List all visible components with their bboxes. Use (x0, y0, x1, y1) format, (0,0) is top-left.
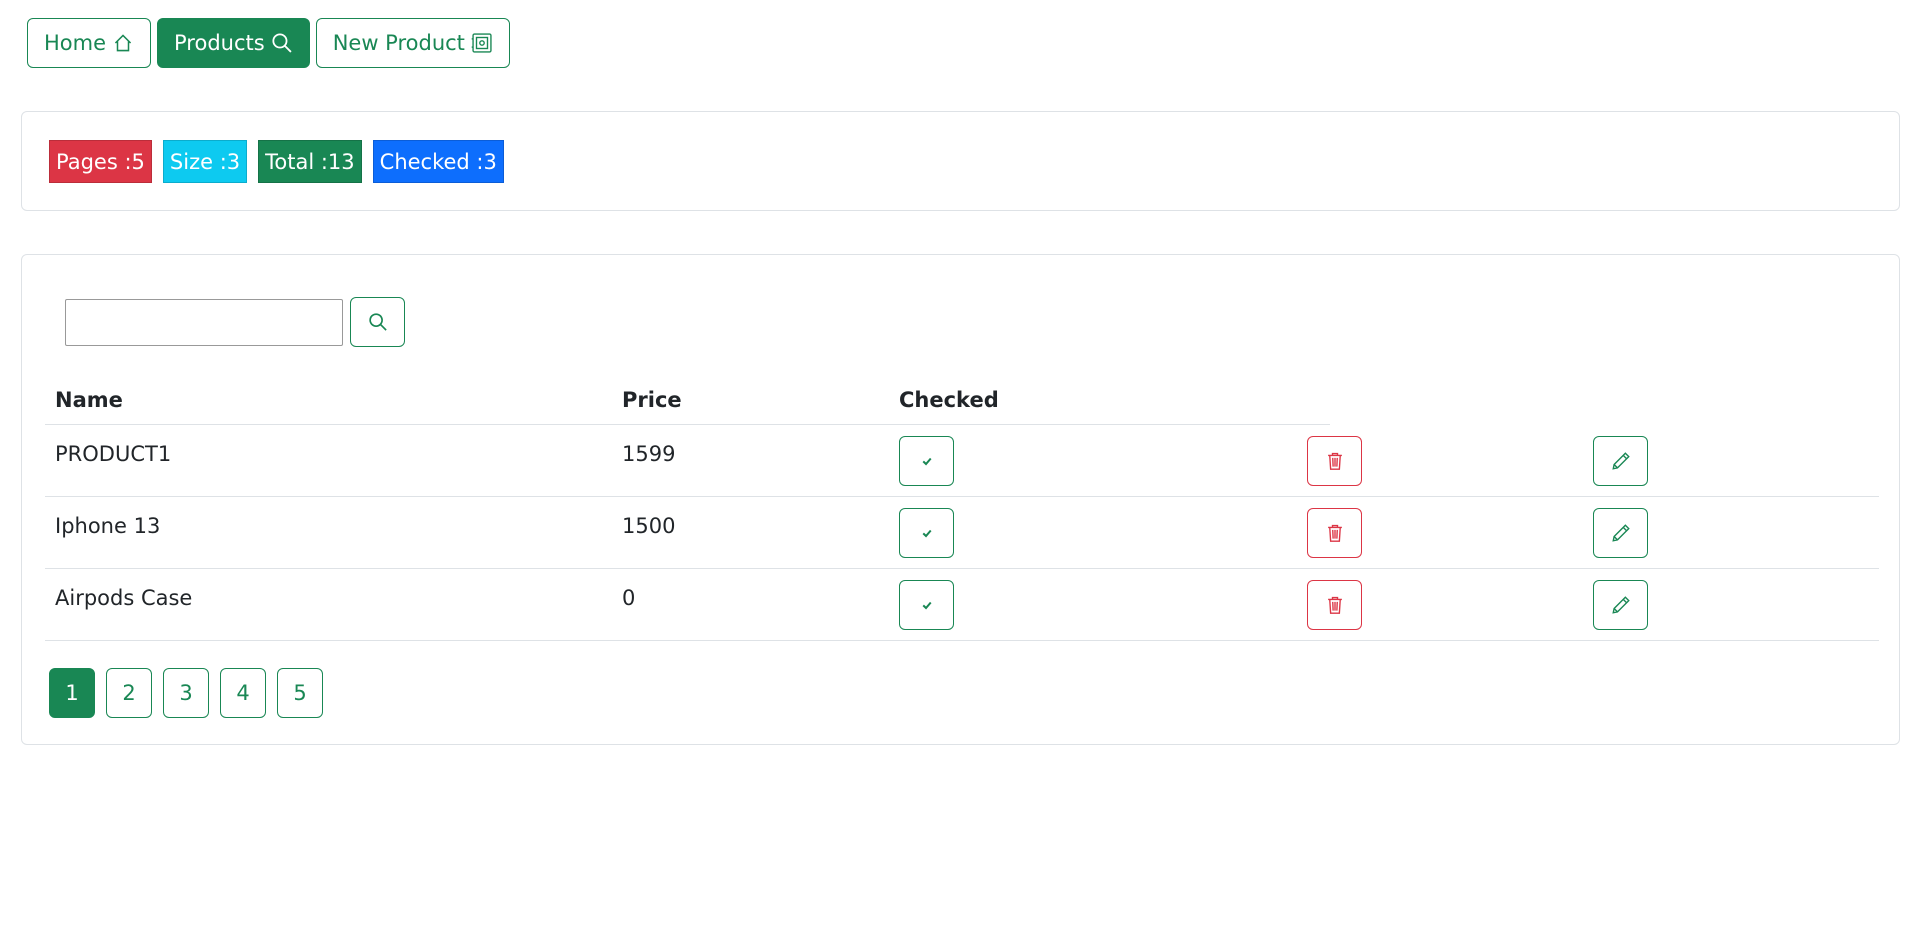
check-icon (922, 457, 932, 466)
home-label: Home (44, 31, 107, 55)
product-name: Airpods Case (55, 586, 193, 610)
delete-button[interactable] (1307, 436, 1362, 486)
edit-button[interactable] (1593, 580, 1648, 630)
table-row: Airpods Case 0 (45, 569, 1879, 641)
search-icon (272, 33, 292, 53)
pages-badge: Pages :5 (49, 140, 152, 183)
header-price: Price (622, 387, 682, 412)
house-icon (114, 34, 132, 52)
page-button-4[interactable]: 4 (220, 668, 266, 718)
product-name: PRODUCT1 (55, 442, 172, 466)
check-icon (922, 601, 932, 610)
search-icon (368, 313, 387, 331)
page-button-2[interactable]: 2 (106, 668, 152, 718)
page-button-1[interactable]: 1 (49, 668, 95, 718)
table-header: Name Price Checked (45, 375, 1330, 425)
new-product-button[interactable]: New Product (315, 18, 510, 68)
check-button[interactable] (899, 436, 954, 486)
pencil-icon (1611, 452, 1630, 470)
product-price: 0 (622, 586, 636, 610)
page-button-3[interactable]: 3 (163, 668, 209, 718)
pencil-icon (1611, 524, 1630, 542)
stats-badges: Pages :5 Size :3 Total :13 Checked :3 (49, 140, 504, 183)
product-name: Iphone 13 (55, 514, 161, 538)
search-button[interactable] (350, 297, 405, 347)
checked-badge: Checked :3 (372, 140, 504, 183)
header-name: Name (55, 387, 123, 412)
product-price: 1599 (622, 442, 676, 466)
edit-button[interactable] (1593, 436, 1648, 486)
products-label: Products (174, 31, 265, 55)
page-button-5[interactable]: 5 (277, 668, 323, 718)
home-button[interactable]: Home (27, 18, 152, 68)
delete-button[interactable] (1307, 508, 1362, 558)
table-row: PRODUCT1 1599 (45, 425, 1879, 497)
pencil-icon (1611, 596, 1630, 614)
size-badge: Size :3 (162, 140, 248, 183)
table-row: Iphone 13 1500 (45, 497, 1879, 569)
safe-icon (471, 33, 492, 53)
edit-button[interactable] (1593, 508, 1648, 558)
search-form (65, 297, 405, 347)
trash-icon (1327, 524, 1342, 542)
top-nav: Home Products New Product (27, 18, 510, 68)
pagination: 1 2 3 4 5 (49, 668, 323, 718)
stats-card: Pages :5 Size :3 Total :13 Checked :3 (21, 111, 1900, 211)
products-table: Name Price Checked PRODUCT1 1599 Iphone … (45, 375, 1879, 641)
delete-button[interactable] (1307, 580, 1362, 630)
trash-icon (1327, 452, 1342, 470)
check-button[interactable] (899, 580, 954, 630)
check-icon (922, 529, 932, 538)
search-input[interactable] (65, 298, 343, 346)
products-card: Name Price Checked PRODUCT1 1599 Iphone … (21, 254, 1900, 745)
check-button[interactable] (899, 508, 954, 558)
product-price: 1500 (622, 514, 676, 538)
header-checked: Checked (899, 387, 999, 412)
trash-icon (1327, 596, 1342, 614)
products-button[interactable]: Products (157, 18, 310, 68)
new-product-label: New Product (332, 31, 465, 55)
total-badge: Total :13 (258, 140, 362, 183)
